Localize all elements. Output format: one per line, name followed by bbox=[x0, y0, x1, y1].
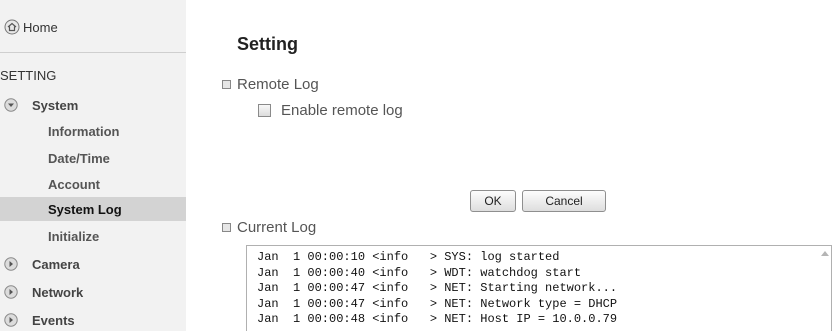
chevron-right-icon bbox=[4, 313, 18, 327]
sidebar-item-information[interactable]: Information bbox=[0, 119, 186, 143]
enable-remote-log-label: Enable remote log bbox=[281, 102, 403, 119]
chevron-right-icon bbox=[4, 285, 18, 299]
log-line: Jan 1 00:00:40 <info > WDT: watchdog sta… bbox=[257, 265, 582, 280]
current-log-section: Current Log bbox=[222, 219, 316, 236]
sidebar-divider bbox=[0, 52, 186, 53]
current-log-textarea[interactable]: Jan 1 00:00:10 <info > SYS: log started … bbox=[246, 245, 832, 331]
current-log-heading: Current Log bbox=[237, 219, 317, 236]
log-lines: Jan 1 00:00:10 <info > SYS: log started … bbox=[257, 250, 617, 328]
square-bullet-icon bbox=[222, 80, 231, 89]
log-line: Jan 1 00:00:47 <info > NET: Starting net… bbox=[257, 281, 618, 295]
ok-button[interactable]: OK bbox=[470, 190, 516, 212]
log-line: Jan 1 00:00:10 <info > SYS: log started bbox=[257, 250, 560, 264]
sidebar-item-network[interactable]: Network bbox=[0, 280, 186, 304]
enable-remote-log-checkbox[interactable] bbox=[258, 104, 271, 117]
sidebar-item-label: Network bbox=[32, 284, 84, 300]
sidebar-item-events[interactable]: Events bbox=[0, 308, 186, 332]
sidebar-section-title: SETTING bbox=[0, 68, 57, 83]
sidebar-item-system-log[interactable]: System Log bbox=[0, 197, 186, 221]
sidebar-item-account[interactable]: Account bbox=[0, 172, 186, 196]
enable-remote-log-row[interactable]: Enable remote log bbox=[258, 102, 403, 119]
home-label: Home bbox=[23, 19, 58, 35]
sidebar-item-system[interactable]: System bbox=[0, 93, 186, 117]
log-line: Jan 1 00:00:47 <info > NET: Network type… bbox=[257, 296, 618, 311]
square-bullet-icon bbox=[222, 223, 231, 232]
sidebar-item-initialize[interactable]: Initialize bbox=[0, 224, 186, 248]
home-link[interactable]: Home bbox=[4, 17, 58, 37]
sidebar-item-label: System bbox=[32, 97, 79, 113]
scroll-up-arrow-icon[interactable] bbox=[821, 251, 829, 256]
cancel-button[interactable]: Cancel bbox=[522, 190, 606, 212]
chevron-right-icon bbox=[4, 257, 18, 271]
page-title: Setting bbox=[237, 34, 298, 54]
sidebar-item-label: Camera bbox=[32, 256, 80, 272]
log-line: Jan 1 00:00:48 <info > NET: Host IP = 10… bbox=[257, 312, 618, 326]
remote-log-section: Remote Log bbox=[222, 76, 319, 93]
chevron-down-icon bbox=[4, 98, 18, 112]
home-icon bbox=[4, 19, 20, 35]
sidebar: Home SETTING System Information Date/Tim… bbox=[0, 0, 186, 331]
remote-log-heading: Remote Log bbox=[237, 76, 319, 93]
sidebar-item-date-time[interactable]: Date/Time bbox=[0, 146, 186, 170]
sidebar-item-label: Events bbox=[32, 312, 75, 328]
sidebar-item-camera[interactable]: Camera bbox=[0, 252, 186, 276]
